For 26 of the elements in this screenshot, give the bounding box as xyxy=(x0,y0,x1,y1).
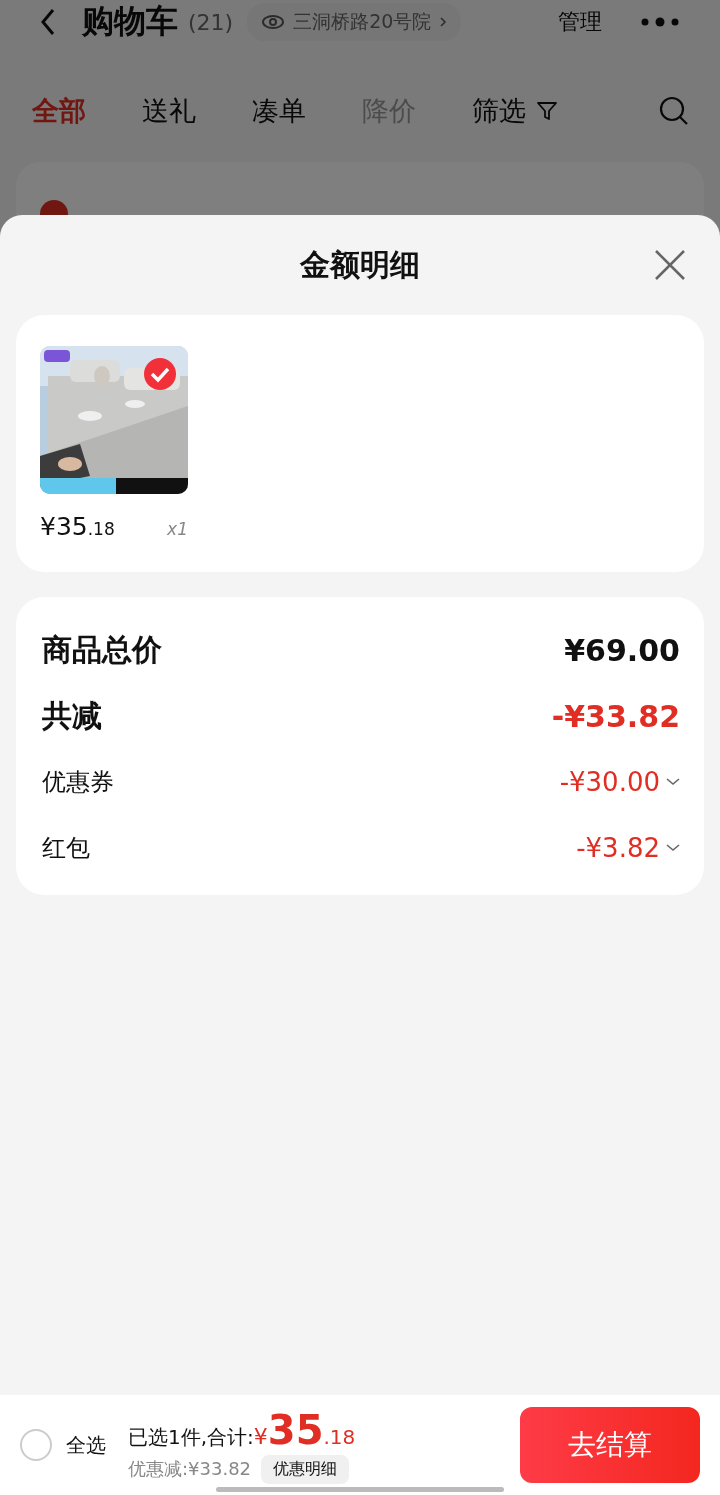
summary-label: 优惠券 xyxy=(42,767,114,798)
address-chip[interactable]: 三洞桥路20号院 xyxy=(247,3,462,41)
total-label: 已选1件,合计: xyxy=(128,1423,254,1451)
tab[interactable]: 筛选 xyxy=(472,93,558,129)
cart-count: (21) xyxy=(188,9,234,35)
tab[interactable]: 全部 xyxy=(32,93,86,129)
address-text: 三洞桥路20号院 xyxy=(293,9,432,34)
item-price: ¥35.18 xyxy=(40,512,115,541)
total-price: ¥35.18 xyxy=(253,1406,356,1453)
page-title: 购物车 xyxy=(82,1,178,42)
summary-value: ¥69.00 xyxy=(564,632,680,668)
summary-value: -¥30.00 xyxy=(559,767,660,797)
manage-button[interactable]: 管理 xyxy=(558,7,602,37)
select-all-label: 全选 xyxy=(66,1431,106,1459)
summary-label: 共减 xyxy=(42,696,102,735)
tab[interactable]: 送礼 xyxy=(142,93,196,129)
tab[interactable]: 凑单 xyxy=(252,93,306,129)
summary-value: -¥3.82 xyxy=(576,833,660,863)
summary-label: 商品总价 xyxy=(42,630,162,669)
item-quantity: x1 xyxy=(167,519,188,539)
checkout-button[interactable]: 去结算 xyxy=(520,1407,700,1483)
sheet-title: 金额明细 xyxy=(300,245,420,284)
discount-text: 优惠减:¥33.82 xyxy=(128,1457,252,1481)
summary-label: 红包 xyxy=(42,833,90,864)
discount-detail-button[interactable]: 优惠明细 xyxy=(261,1454,350,1484)
summary-value: -¥33.82 xyxy=(551,698,680,734)
